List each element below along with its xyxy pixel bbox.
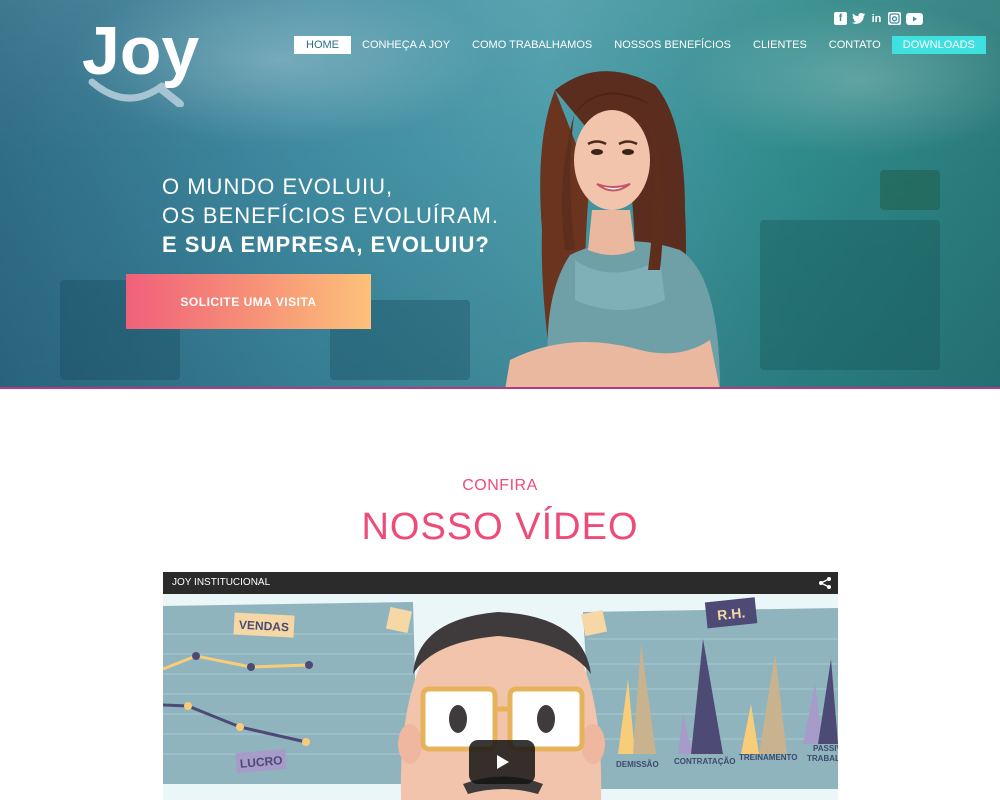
share-icon[interactable] — [818, 576, 832, 590]
hero-headline: O MUNDO EVOLUIU, OS BENEFÍCIOS EVOLUÍRAM… — [162, 172, 499, 259]
hero-woman-photo — [505, 71, 720, 389]
joy-logo[interactable]: Joy — [82, 12, 212, 107]
twitter-icon[interactable] — [852, 12, 865, 25]
play-icon — [497, 755, 509, 769]
trabalho-label: TRABALHO — [807, 754, 838, 763]
rh-label: R.H. — [716, 604, 746, 623]
solicite-visita-button[interactable]: SOLICITE UMA VISITA — [126, 274, 371, 329]
nav-item-downloads[interactable]: DOWNLOADS — [891, 36, 986, 54]
office-background-shape — [880, 170, 940, 210]
demissao-label: DEMISSÃO — [616, 760, 659, 769]
social-links: f in — [834, 12, 923, 25]
treinamento-label: TREINAMENTO — [739, 753, 798, 762]
main-nav: HOME CONHEÇA A JOY COMO TRABALHAMOS NOSS… — [294, 36, 986, 54]
passivo-label: PASSIVO — [813, 744, 838, 753]
instagram-icon[interactable] — [888, 12, 901, 25]
youtube-icon[interactable] — [906, 12, 923, 25]
section-kicker: CONFIRA — [462, 477, 538, 494]
facebook-icon[interactable]: f — [834, 12, 847, 25]
section-title: NOSSO VÍDEO — [361, 506, 639, 548]
nav-item-como-trabalhamos[interactable]: COMO TRABALHAMOS — [461, 36, 603, 54]
video-title-bar: JOY INSTITUCIONAL — [163, 572, 838, 594]
nav-item-conheca-a-joy[interactable]: CONHEÇA A JOY — [351, 36, 461, 54]
linkedin-icon[interactable]: in — [870, 12, 883, 25]
play-button[interactable] — [469, 740, 535, 784]
nav-item-nossos-beneficios[interactable]: NOSSOS BENEFÍCIOS — [603, 36, 742, 54]
video-player[interactable]: JOY INSTITUCIONAL VENDAS LUCRO R.H. DEMI… — [163, 572, 838, 800]
nav-item-contato[interactable]: CONTATO — [818, 36, 892, 54]
nav-item-home[interactable]: HOME — [294, 36, 351, 54]
video-title[interactable]: JOY INSTITUCIONAL — [172, 577, 270, 588]
hero-line-1: O MUNDO EVOLUIU, — [162, 174, 394, 199]
hero-line-3: E SUA EMPRESA, EVOLUIU? — [162, 232, 490, 257]
nav-item-clientes[interactable]: CLIENTES — [742, 36, 818, 54]
hero-divider-line — [0, 387, 1000, 389]
vendas-label: VENDAS — [239, 618, 290, 635]
logo-text: Joy — [82, 13, 199, 89]
contratacao-label: CONTRATAÇÃO — [674, 757, 735, 766]
hero-banner: Joy f in HOME CONHEÇA A JOY COMO TRABALH… — [0, 0, 1000, 389]
office-background-shape — [760, 220, 940, 370]
hero-line-2: OS BENEFÍCIOS EVOLUÍRAM. — [162, 203, 499, 228]
